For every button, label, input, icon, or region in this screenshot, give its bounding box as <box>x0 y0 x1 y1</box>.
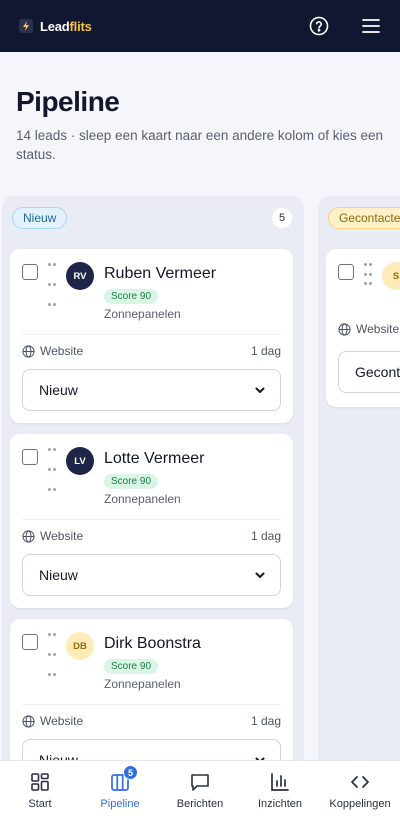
column-count: 5 <box>272 208 292 228</box>
lead-card[interactable]: LV Lotte Vermeer Score 90 Zonnepanelen W… <box>10 434 293 608</box>
nav-inzichten[interactable]: Inzichten <box>240 761 320 816</box>
column-label: Nieuw <box>12 207 68 229</box>
status-value: Nieuw <box>39 752 78 760</box>
nav-berichten[interactable]: Berichten <box>160 761 240 816</box>
lead-name[interactable]: Ruben Vermeer <box>104 262 216 286</box>
avatar: LV <box>66 447 94 475</box>
lightning-icon <box>18 18 34 34</box>
app-logo[interactable]: Leadflits <box>18 18 92 34</box>
help-icon[interactable] <box>308 15 330 37</box>
nav-label: Berichten <box>176 798 224 810</box>
grid-icon <box>31 773 49 791</box>
lead-age: 1 dag <box>250 344 281 358</box>
lead-age: 1 dag <box>250 714 281 728</box>
score-badge: Score 90 <box>104 659 159 674</box>
top-bar: Leadflits <box>0 0 400 52</box>
select-checkbox[interactable] <box>338 264 354 280</box>
column-gecontacteerd: Gecontacteerd S Website Gecontacteerd <box>318 196 400 760</box>
drag-handle-icon[interactable] <box>364 263 372 290</box>
lead-name[interactable]: Lotte Vermeer <box>104 447 205 471</box>
lead-name[interactable]: Dirk Boonstra <box>104 632 201 656</box>
page-title: Pipeline <box>16 86 120 117</box>
lead-source: Website <box>356 322 400 336</box>
page-subtitle: 14 leads · sleep een kaart naar een ande… <box>16 128 383 162</box>
nav-label: Start <box>28 798 52 810</box>
nav-label: Inzichten <box>257 798 303 810</box>
lead-sector: Zonnepanelen <box>104 492 181 506</box>
lead-source: Website <box>40 344 84 358</box>
column-label: Gecontacteerd <box>328 207 400 229</box>
nav-pipeline[interactable]: 5 Pipeline <box>80 761 160 816</box>
divider <box>22 334 281 335</box>
lead-sector: Zonnepanelen <box>104 677 181 691</box>
lead-sector: Zonnepanelen <box>104 307 181 321</box>
score-badge: Score 90 <box>104 289 159 304</box>
pipeline-count-badge: 5 <box>123 765 138 780</box>
bottom-nav: Start 5 Pipeline Berichten Inzichten Kop… <box>0 760 400 816</box>
logo-text: Leadflits <box>40 18 92 34</box>
globe-icon <box>22 344 35 358</box>
drag-handle-icon[interactable] <box>48 263 56 321</box>
avatar: S <box>382 262 400 290</box>
divider <box>22 519 281 520</box>
globe-icon <box>22 714 35 728</box>
globe-icon <box>338 322 351 336</box>
menu-icon[interactable] <box>360 15 382 37</box>
nav-label: Pipeline <box>100 798 140 810</box>
status-select[interactable]: Nieuw <box>22 369 281 411</box>
nav-koppelingen[interactable]: Koppelingen <box>320 761 400 816</box>
status-select[interactable]: Nieuw <box>22 739 281 760</box>
select-checkbox[interactable] <box>22 264 38 280</box>
lead-card[interactable]: RV Ruben Vermeer Score 90 Zonnepanelen W… <box>10 249 293 423</box>
avatar: RV <box>66 262 94 290</box>
lead-age: 1 dag <box>250 529 281 543</box>
code-icon <box>351 776 369 788</box>
page-header: Pipeline 14 leads · sleep een kaart naar… <box>16 86 386 164</box>
lead-card[interactable]: S Website Gecontacteerd <box>326 249 400 407</box>
status-select[interactable]: Gecontacteerd <box>338 351 400 393</box>
chevron-down-icon <box>255 572 265 578</box>
drag-handle-icon[interactable] <box>48 633 56 691</box>
pipeline-board: Nieuw 5 RV Ruben Vermeer Score 90 Zonnep… <box>0 196 400 760</box>
chevron-down-icon <box>255 387 265 393</box>
column-nieuw: Nieuw 5 RV Ruben Vermeer Score 90 Zonnep… <box>2 196 304 760</box>
select-checkbox[interactable] <box>22 634 38 650</box>
nav-start[interactable]: Start <box>0 761 80 816</box>
lead-card[interactable]: DB Dirk Boonstra Score 90 Zonnepanelen W… <box>10 619 293 760</box>
message-icon <box>191 774 209 791</box>
status-select[interactable]: Nieuw <box>22 554 281 596</box>
bar-chart-icon <box>271 773 289 791</box>
avatar: DB <box>66 632 94 660</box>
status-value: Nieuw <box>39 382 78 398</box>
lead-source: Website <box>40 714 84 728</box>
lead-source: Website <box>40 529 84 543</box>
drag-handle-icon[interactable] <box>48 448 56 506</box>
nav-label: Koppelingen <box>329 798 391 810</box>
status-value: Gecontacteerd <box>355 364 400 380</box>
select-checkbox[interactable] <box>22 449 38 465</box>
score-badge: Score 90 <box>104 474 159 489</box>
globe-icon <box>22 529 35 543</box>
status-value: Nieuw <box>39 567 78 583</box>
divider <box>22 704 281 705</box>
